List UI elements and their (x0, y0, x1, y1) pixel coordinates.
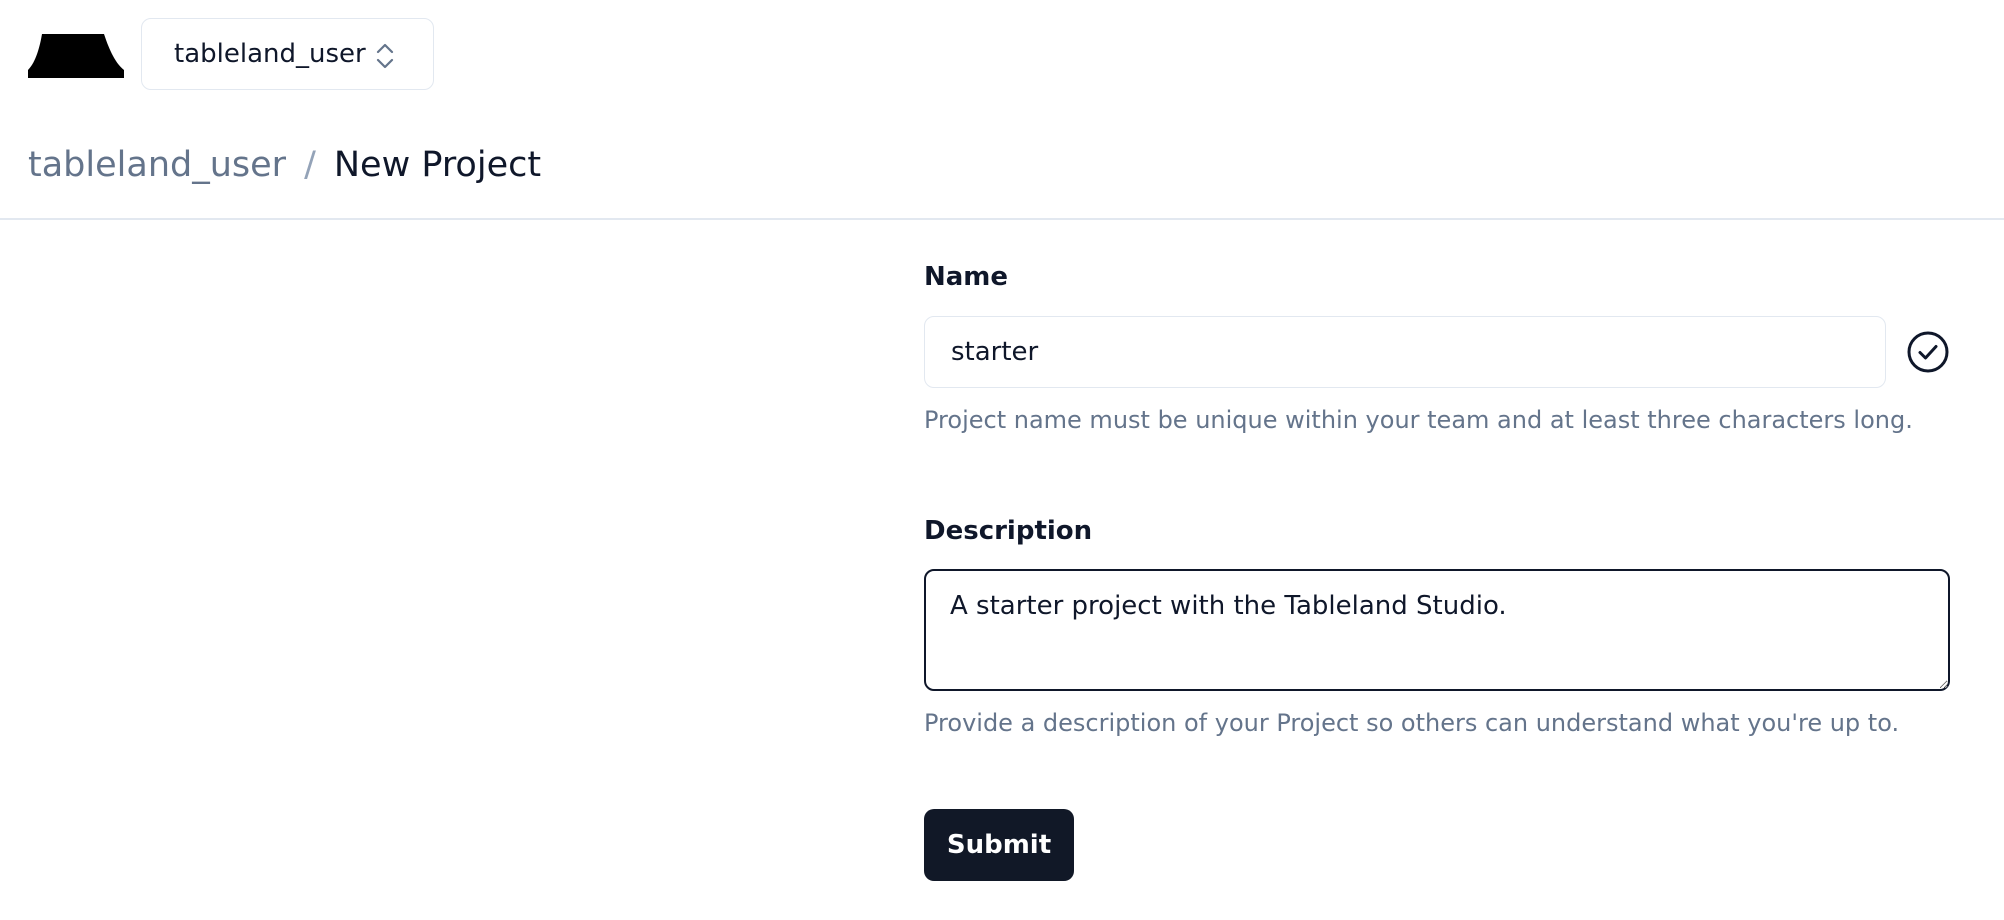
chevrons-up-down-icon (376, 43, 394, 69)
description-textarea[interactable]: A starter project with the Tableland Stu… (924, 569, 1950, 691)
page-title: New Project (333, 145, 542, 185)
top-bar: tableland_user (0, 0, 2004, 108)
submit-button[interactable]: Submit (924, 809, 1074, 881)
tableland-logo-icon[interactable] (28, 32, 124, 78)
name-label: Name (924, 262, 1009, 292)
description-hint: Provide a description of your Project so… (924, 709, 1900, 737)
breadcrumb: tableland_user / New Project (28, 140, 541, 190)
check-circle-icon (1907, 331, 1949, 373)
project-name-input[interactable] (924, 316, 1886, 388)
team-switcher-label: tableland_user (174, 39, 366, 69)
name-hint: Project name must be unique within your … (924, 406, 1913, 434)
breadcrumb-separator: / (304, 145, 316, 185)
description-label: Description (924, 516, 1093, 546)
team-switcher[interactable]: tableland_user (141, 18, 434, 90)
breadcrumb-team-link[interactable]: tableland_user (28, 145, 286, 185)
header-divider (0, 218, 2004, 220)
